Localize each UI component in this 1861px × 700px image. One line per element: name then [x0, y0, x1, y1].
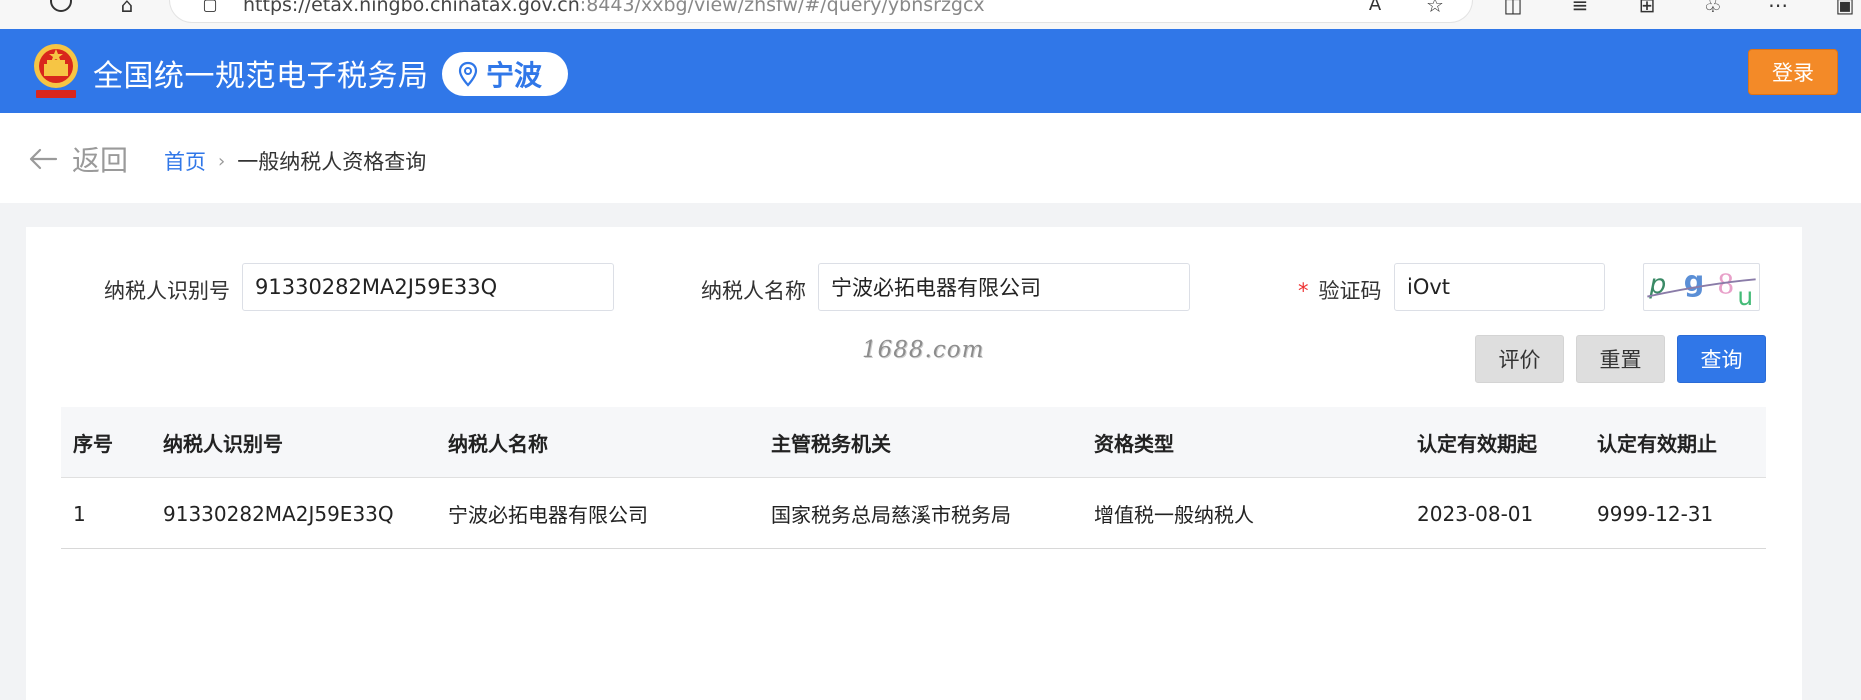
- taxpayer-name-input[interactable]: [818, 263, 1190, 311]
- cell-taxpayer-id: 91330282MA2J59E33Q: [163, 501, 394, 526]
- svg-text:g: g: [1684, 264, 1705, 298]
- evaluate-button[interactable]: 评价: [1475, 335, 1564, 383]
- reset-button[interactable]: 重置: [1576, 335, 1665, 383]
- captcha-label: * 验证码: [1298, 275, 1382, 305]
- favorites-list-icon[interactable]: ≡: [1567, 0, 1593, 18]
- breadcrumb-home-link[interactable]: 首页: [164, 146, 206, 176]
- city-selector[interactable]: 宁波: [442, 52, 568, 96]
- required-mark: *: [1298, 279, 1309, 303]
- table-row: 1 91330282MA2J59E33Q 宁波必拓电器有限公司 国家税务总局慈溪…: [61, 478, 1766, 549]
- back-label: 返回: [72, 144, 129, 177]
- cell-taxpayer-name: 宁波必拓电器有限公司: [448, 503, 648, 527]
- cell-qualification-type: 增值税一般纳税人: [1094, 503, 1254, 527]
- lock-icon: ▢: [202, 0, 218, 14]
- svg-text:u: u: [1737, 282, 1753, 311]
- taxpayer-name-label: 纳税人名称: [701, 279, 806, 303]
- captcha-input[interactable]: [1394, 263, 1605, 311]
- back-button[interactable]: 返回: [28, 139, 128, 179]
- query-panel: 纳税人识别号 纳税人名称 * 验证码 p g 8 u 1688.com 评价 重置…: [26, 227, 1802, 700]
- cell-valid-from: 2023-08-01: [1417, 501, 1534, 526]
- breadcrumb-current: 一般纳税人资格查询: [237, 150, 427, 174]
- read-aloud-icon[interactable]: A: [1362, 0, 1388, 18]
- browser-toolbar: ⌂ ▢ https://etax.ningbo.chinatax.gov.cn:…: [0, 0, 1861, 29]
- split-screen-icon[interactable]: ◫: [1500, 0, 1526, 18]
- watermark-text: 1688.com: [862, 337, 985, 363]
- taxpayer-id-input[interactable]: [242, 263, 614, 311]
- column-header-index: 序号: [73, 432, 113, 456]
- home-icon[interactable]: ⌂: [114, 0, 140, 18]
- results-table: 序号 纳税人识别号 纳税人名称 主管税务机关 资格类型 认定有效期起 认定有效期…: [61, 407, 1766, 549]
- column-header-taxpayer-id: 纳税人识别号: [163, 432, 283, 456]
- column-header-valid-to: 认定有效期止: [1597, 432, 1717, 456]
- location-pin-icon: [458, 61, 478, 87]
- breadcrumb-bar: 返回 首页 › 一般纳税人资格查询: [0, 113, 1861, 203]
- column-header-taxpayer-name: 纳税人名称: [448, 432, 548, 456]
- column-header-qualification-type: 资格类型: [1094, 432, 1174, 456]
- url-text[interactable]: https://etax.ningbo.chinatax.gov.cn:8443…: [243, 0, 985, 16]
- favorite-star-icon[interactable]: ☆: [1422, 0, 1448, 18]
- taxpayer-id-label: 纳税人识别号: [104, 279, 230, 303]
- cell-index: 1: [73, 501, 86, 526]
- cell-valid-to: 9999-12-31: [1597, 501, 1714, 526]
- site-header: 全国统一规范电子税务局 宁波 登录: [0, 29, 1861, 113]
- chevron-right-icon: ›: [218, 150, 226, 172]
- arrow-left-icon: [29, 148, 58, 170]
- column-header-valid-from: 认定有效期起: [1417, 432, 1537, 456]
- table-header-row: 序号 纳税人识别号 纳税人名称 主管税务机关 资格类型 认定有效期起 认定有效期…: [61, 407, 1766, 478]
- more-menu-icon[interactable]: ⋯: [1765, 0, 1791, 18]
- column-header-tax-authority: 主管税务机关: [771, 432, 891, 456]
- profile-icon[interactable]: ▣: [1832, 0, 1858, 18]
- site-title: 全国统一规范电子税务局: [93, 59, 429, 94]
- svg-text:8: 8: [1717, 270, 1734, 301]
- captcha-label-text: 验证码: [1318, 279, 1382, 303]
- city-name: 宁波: [486, 59, 543, 92]
- search-button[interactable]: 查询: [1677, 335, 1766, 383]
- extensions-icon[interactable]: ♧: [1700, 0, 1726, 18]
- collections-icon[interactable]: ⊞: [1634, 0, 1660, 18]
- national-emblem-icon: [34, 44, 78, 98]
- cell-tax-authority: 国家税务总局慈溪市税务局: [771, 503, 1011, 527]
- breadcrumb: 首页 › 一般纳税人资格查询: [164, 146, 426, 176]
- login-button[interactable]: 登录: [1748, 49, 1838, 95]
- captcha-image[interactable]: p g 8 u: [1643, 263, 1760, 311]
- refresh-icon[interactable]: [50, 0, 72, 12]
